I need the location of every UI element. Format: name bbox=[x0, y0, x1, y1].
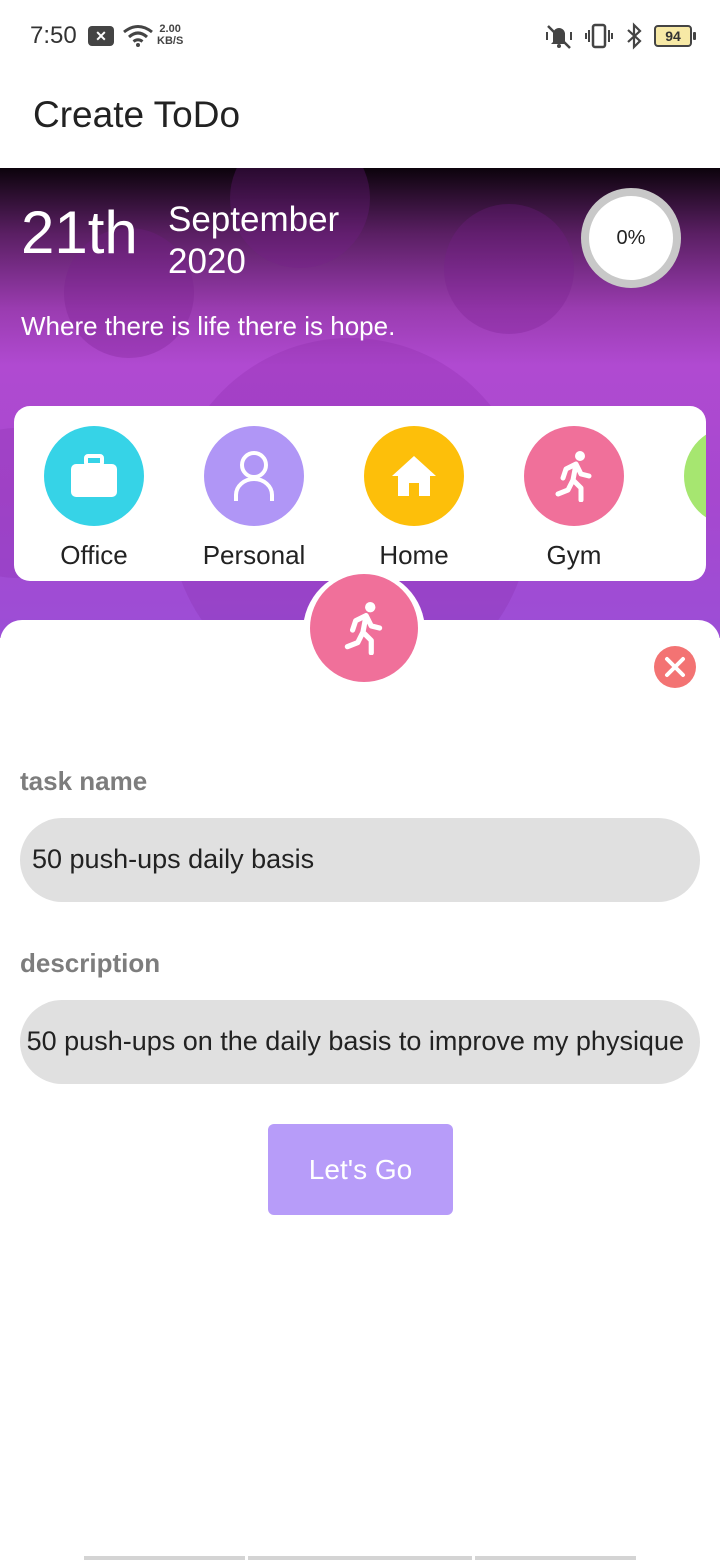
page-title: Create ToDo bbox=[33, 94, 241, 135]
category-item-personal[interactable]: Personal bbox=[189, 426, 319, 571]
category-circle[interactable] bbox=[44, 426, 144, 526]
status-time: 7:50 bbox=[30, 22, 77, 49]
date-day: 21th bbox=[21, 199, 138, 266]
category-label: Home bbox=[379, 540, 449, 570]
description-value: 50 push-ups on the daily basis to improv… bbox=[26, 1026, 684, 1056]
running-icon bbox=[344, 602, 383, 655]
selected-category-icon bbox=[310, 574, 418, 682]
category-circle[interactable] bbox=[364, 426, 464, 526]
home-icon bbox=[392, 456, 436, 496]
category-label: Office bbox=[60, 540, 128, 570]
task-name-value: 50 push-ups daily basis bbox=[32, 844, 315, 874]
status-icons: 94 bbox=[544, 22, 696, 50]
category-label: Gym bbox=[546, 540, 602, 570]
wifi-icon bbox=[123, 25, 153, 47]
close-button[interactable] bbox=[654, 646, 696, 688]
category-item-partial[interactable] bbox=[669, 426, 706, 540]
close-icon bbox=[665, 657, 685, 677]
date-year: 2020 bbox=[168, 242, 246, 281]
progress-label: 0% bbox=[616, 226, 646, 249]
task-name-input[interactable]: 50 push-ups daily basis bbox=[20, 818, 700, 902]
network-speed-value: 2.00 bbox=[159, 23, 181, 35]
category-circle[interactable] bbox=[524, 426, 624, 526]
category-circle[interactable] bbox=[204, 426, 304, 526]
decor-bubble bbox=[444, 204, 574, 334]
task-name-label: task name bbox=[20, 766, 148, 796]
create-todo-sheet bbox=[0, 620, 720, 1560]
bluetooth-icon bbox=[627, 22, 642, 50]
category-item-office[interactable]: Office bbox=[29, 426, 159, 571]
description-input[interactable]: 50 push-ups on the daily basis to improv… bbox=[20, 1000, 700, 1084]
nav-segment bbox=[84, 1556, 245, 1560]
running-icon bbox=[555, 451, 592, 502]
gesture-nav-bar bbox=[84, 1556, 637, 1560]
category-item-home[interactable]: Home bbox=[349, 426, 479, 571]
progress-indicator: 0% bbox=[581, 188, 681, 288]
network-speed-unit: KB/S bbox=[157, 35, 184, 47]
nav-segment bbox=[247, 1556, 473, 1560]
person-icon bbox=[234, 451, 274, 501]
notification-icon: ✕ bbox=[88, 26, 114, 46]
lets-go-button[interactable]: Let's Go bbox=[268, 1124, 453, 1215]
category-list[interactable]: Office Personal Home Gym bbox=[14, 406, 706, 581]
nav-segment bbox=[475, 1556, 637, 1560]
mute-icon bbox=[546, 25, 572, 49]
quote-text: Where there is life there is hope. bbox=[21, 311, 396, 341]
category-item-gym[interactable]: Gym bbox=[509, 426, 639, 571]
category-label: Personal bbox=[202, 540, 306, 570]
date-month: September bbox=[168, 200, 340, 239]
battery-icon: 94 bbox=[654, 25, 696, 47]
status-bar: 7:50 ✕ 2.00 KB/S 94 bbox=[0, 0, 720, 72]
briefcase-icon bbox=[71, 454, 117, 497]
network-speed: 2.00 KB/S bbox=[157, 23, 183, 47]
description-label: description bbox=[20, 948, 161, 978]
app-bar: Create ToDo bbox=[0, 72, 720, 168]
vibrate-icon bbox=[585, 23, 613, 49]
category-circle[interactable] bbox=[684, 426, 706, 526]
